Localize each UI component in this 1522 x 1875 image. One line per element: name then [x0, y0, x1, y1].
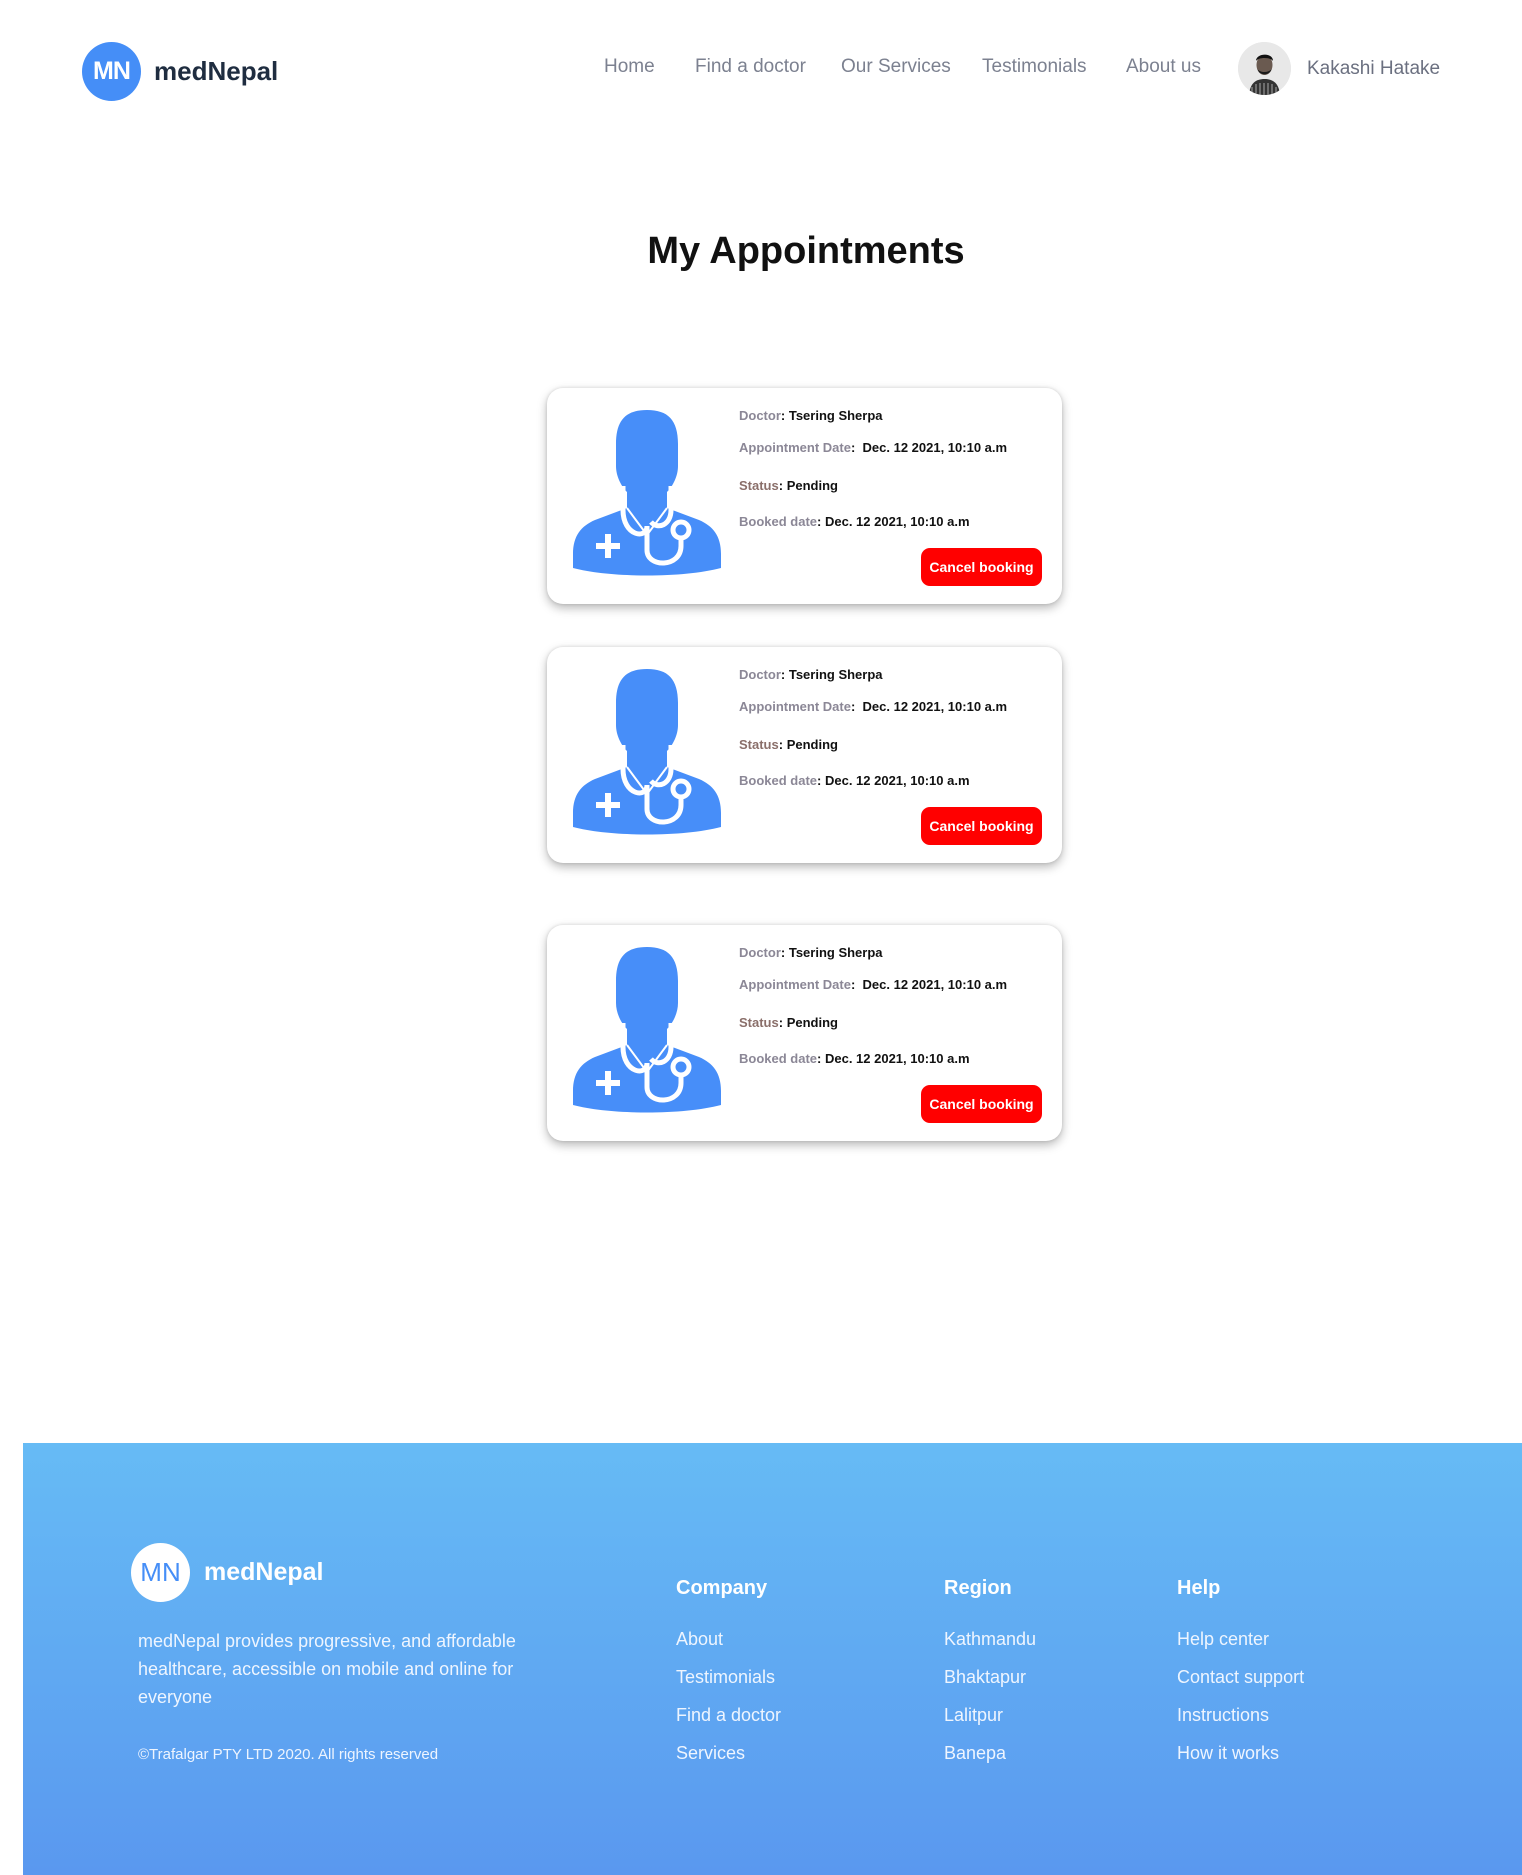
status-value: Pending — [786, 1015, 838, 1030]
doctor-stethoscope-icon — [573, 947, 721, 1113]
footer-link-lalitpur[interactable]: Lalitpur — [944, 1705, 1036, 1743]
doctor-row: Doctor: Tsering Sherpa — [739, 408, 883, 423]
cancel-booking-button[interactable]: Cancel booking — [921, 807, 1042, 845]
status-label: Status — [739, 1015, 779, 1030]
footer-link-about[interactable]: About — [676, 1629, 781, 1667]
user-avatar-icon — [1238, 42, 1291, 95]
doctor-stethoscope-icon — [573, 669, 721, 835]
footer-brand-name: medNepal — [204, 1558, 324, 1586]
appointment-date-value: Dec. 12 2021, 10:10 a.m — [862, 440, 1008, 455]
footer-link-instructions[interactable]: Instructions — [1177, 1705, 1304, 1743]
doctor-label: Doctor — [739, 667, 781, 682]
booked-date-row: Booked date: Dec. 12 2021, 10:10 a.m — [739, 514, 970, 529]
footer-description: medNepal provides progressive, and affor… — [138, 1631, 516, 1707]
booked-date-value: Dec. 12 2021, 10:10 a.m — [824, 773, 970, 788]
user-menu[interactable]: Kakashi Hatake — [1238, 42, 1440, 95]
footer-link-find-doctor[interactable]: Find a doctor — [676, 1705, 781, 1743]
footer-link-banepa[interactable]: Banepa — [944, 1743, 1036, 1781]
appointment-date-label: Appointment Date — [739, 699, 851, 714]
status-value: Pending — [786, 737, 838, 752]
nav-about-us[interactable]: About us — [1126, 56, 1201, 78]
nav-find-doctor[interactable]: Find a doctor — [695, 56, 806, 78]
appointment-date-value: Dec. 12 2021, 10:10 a.m — [862, 699, 1008, 714]
doctor-row: Doctor: Tsering Sherpa — [739, 667, 883, 682]
booked-date-row: Booked date: Dec. 12 2021, 10:10 a.m — [739, 1051, 970, 1066]
appointment-card: Doctor: Tsering Sherpa Appointment Date:… — [547, 647, 1062, 863]
booked-date-value: Dec. 12 2021, 10:10 a.m — [824, 1051, 970, 1066]
appointment-card: Doctor: Tsering Sherpa Appointment Date:… — [547, 925, 1062, 1141]
user-name: Kakashi Hatake — [1307, 57, 1441, 79]
footer-col-help: Help Help center Contact support Instruc… — [1177, 1577, 1304, 1781]
booked-date-row: Booked date: Dec. 12 2021, 10:10 a.m — [739, 773, 970, 788]
footer-link-how-it-works[interactable]: How it works — [1177, 1743, 1304, 1781]
site-footer: MN medNepal medNepal provides progressiv… — [23, 1443, 1522, 1875]
appointment-card: Doctor: Tsering Sherpa Appointment Date:… — [547, 388, 1062, 604]
appointment-date-label: Appointment Date — [739, 977, 851, 992]
doctor-label: Doctor — [739, 408, 781, 423]
booked-date-label: Booked date — [739, 773, 818, 788]
footer-col-title: Help — [1177, 1577, 1221, 1599]
page-title: My Appointments — [647, 230, 965, 272]
footer-col-company: Company About Testimonials Find a doctor… — [676, 1577, 781, 1781]
footer-brand-logo[interactable]: MN medNepal — [131, 1543, 323, 1602]
cancel-booking-button[interactable]: Cancel booking — [921, 548, 1042, 586]
footer-link-bhaktapur[interactable]: Bhaktapur — [944, 1667, 1036, 1705]
status-row: Status: Pending — [739, 478, 838, 493]
footer-link-kathmandu[interactable]: Kathmandu — [944, 1629, 1036, 1667]
footer-col-title: Region — [944, 1577, 1012, 1599]
footer-link-help-center[interactable]: Help center — [1177, 1629, 1304, 1667]
doctor-row: Doctor: Tsering Sherpa — [739, 945, 883, 960]
appointment-date-row: Appointment Date: Dec. 12 2021, 10:10 a.… — [739, 977, 1008, 992]
doctor-stethoscope-icon — [573, 410, 721, 576]
doctor-name: Tsering Sherpa — [788, 408, 883, 423]
appointment-date-label: Appointment Date — [739, 440, 851, 455]
nav-home[interactable]: Home — [604, 56, 655, 78]
cancel-booking-button[interactable]: Cancel booking — [921, 1085, 1042, 1123]
booked-date-label: Booked date — [739, 514, 818, 529]
status-label: Status — [739, 478, 779, 493]
doctor-name: Tsering Sherpa — [788, 667, 883, 682]
footer-link-services[interactable]: Services — [676, 1743, 781, 1781]
nav-our-services[interactable]: Our Services — [841, 56, 951, 78]
status-label: Status — [739, 737, 779, 752]
appointment-date-value: Dec. 12 2021, 10:10 a.m — [862, 977, 1008, 992]
status-row: Status: Pending — [739, 1015, 838, 1030]
footer-col-title: Company — [676, 1577, 768, 1599]
footer-link-contact-support[interactable]: Contact support — [1177, 1667, 1304, 1705]
appointment-date-row: Appointment Date: Dec. 12 2021, 10:10 a.… — [739, 699, 1008, 714]
doctor-label: Doctor — [739, 945, 781, 960]
footer-copyright: ©Trafalgar PTY LTD 2020. All rights rese… — [138, 1746, 439, 1763]
status-value: Pending — [786, 478, 838, 493]
status-row: Status: Pending — [739, 737, 838, 752]
mn-logo-icon: MN — [131, 1543, 190, 1602]
appointment-date-row: Appointment Date: Dec. 12 2021, 10:10 a.… — [739, 440, 1008, 455]
booked-date-label: Booked date — [739, 1051, 818, 1066]
doctor-name: Tsering Sherpa — [788, 945, 883, 960]
booked-date-value: Dec. 12 2021, 10:10 a.m — [824, 514, 970, 529]
footer-col-region: Region Kathmandu Bhaktapur Lalitpur Bane… — [944, 1577, 1036, 1781]
nav-testimonials[interactable]: Testimonials — [982, 56, 1087, 78]
footer-link-testimonials[interactable]: Testimonials — [676, 1667, 781, 1705]
